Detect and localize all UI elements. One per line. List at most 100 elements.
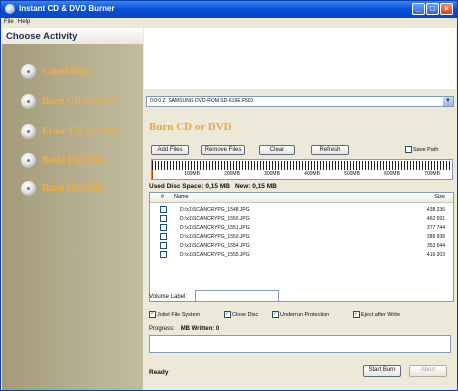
disc-capacity-bar: 100MB 200MB 300MB 400MB 500MB 600MB 700M… xyxy=(151,159,453,180)
mb-written-text: MB Written: 0 xyxy=(180,326,220,332)
volume-label-input[interactable] xyxy=(195,290,279,302)
option-label: Eject after Write xyxy=(361,311,401,318)
status-text: Ready xyxy=(149,369,169,376)
save-path-checkbox[interactable]: Save Path xyxy=(405,146,438,153)
clear-button[interactable]: Clear xyxy=(259,145,295,155)
table-row[interactable]: D:\x1\SCANCRYPG_1550.JPG 462 691 xyxy=(150,215,453,223)
row-checkbox[interactable] xyxy=(160,206,167,213)
app-window: Instant CD & DVD Burner _ □ × File Help … xyxy=(0,0,458,391)
table-row[interactable]: D:\x1\SCANCRYPG_1555.JPG 416 203 xyxy=(150,251,453,259)
disc-icon xyxy=(21,124,36,139)
file-name: D:\x1\SCANCRYPG_1548.JPG xyxy=(180,207,250,213)
file-name: D:\x1\SCANCRYPG_1550.JPG xyxy=(180,216,250,222)
title-bar[interactable]: Instant CD & DVD Burner _ □ × xyxy=(1,1,457,18)
nav-item-label: Burn CD or DVD xyxy=(42,96,118,107)
sidebar-header: Choose Activity xyxy=(2,28,143,44)
checkbox-box[interactable]: ✓ xyxy=(272,311,279,318)
nav-item-erase-cd-dvd[interactable]: Erase CD or DVD xyxy=(2,121,143,143)
column-header-size[interactable]: Size xyxy=(434,194,445,200)
progress-label: Progress: MB Written: 0 xyxy=(149,326,219,332)
file-list[interactable]: # Name Size D:\x1\SCANCRYPG_1548.JPG 438… xyxy=(149,192,454,302)
table-row[interactable]: D:\x1\SCANCRYPG_1551.JPG 377 744 xyxy=(150,224,453,232)
file-name: D:\x1\SCANCRYPG_1554.JPG xyxy=(180,243,250,249)
nav-item-label: Build ISO File xyxy=(42,155,104,166)
activity-sidebar: Choose Activity Capabilities Burn CD or … xyxy=(2,28,143,390)
drive-select-value: 0:0:0 Z: SAMSUNG DVD-ROM SD-616E F501 xyxy=(150,98,254,104)
used-space-text: Used Disc Space: 0,15 MB xyxy=(149,183,230,190)
file-size: 389 938 xyxy=(426,234,445,240)
disc-icon xyxy=(21,181,36,196)
option-label: Underrun Protection xyxy=(280,311,330,318)
disc-space-info: Used Disc Space: 0,15 MB New: 0,15 MB xyxy=(149,183,282,190)
checkbox-box[interactable]: ✓ xyxy=(353,311,360,318)
checkbox-box[interactable] xyxy=(405,146,412,153)
disc-icon xyxy=(21,64,36,79)
app-icon xyxy=(5,4,15,14)
close-disc-checkbox[interactable]: ✓ Close Disc xyxy=(224,311,258,318)
tick-label: 100MB xyxy=(184,171,200,177)
tick-label: 700MB xyxy=(424,171,440,177)
tick-label: 300MB xyxy=(264,171,280,177)
column-header-index[interactable]: # xyxy=(161,194,164,200)
file-size: 438 236 xyxy=(426,207,445,213)
table-row[interactable]: D:\x1\SCANCRYPG_1553.JPG 389 938 xyxy=(150,233,453,241)
capacity-ruler xyxy=(152,161,452,170)
sidebar-heading: Choose Activity xyxy=(6,31,78,42)
ruler-ticks xyxy=(152,161,452,170)
row-checkbox[interactable] xyxy=(160,233,167,240)
volume-label-text: Volume Label: xyxy=(149,294,188,300)
table-row[interactable]: D:\x1\SCANCRYPG_1548.JPG 438 236 xyxy=(150,206,453,214)
start-burn-button[interactable]: Start Burn xyxy=(363,365,401,377)
add-files-button[interactable]: Add Files xyxy=(151,145,189,155)
row-checkbox[interactable] xyxy=(160,215,167,222)
file-name: D:\x1\SCANCRYPG_1555.JPG xyxy=(180,252,250,258)
close-button[interactable]: × xyxy=(440,3,453,15)
main-panel: 0:0:0 Z: SAMSUNG DVD-ROM SD-616E F501 ▼ … xyxy=(143,28,457,390)
refresh-button[interactable]: Refresh xyxy=(311,145,349,155)
file-size: 377 744 xyxy=(426,225,445,231)
header-panel xyxy=(144,28,456,89)
table-row[interactable]: D:\x1\SCANCRYPG_1554.JPG 353 644 xyxy=(150,242,453,250)
drive-select[interactable]: 0:0:0 Z: SAMSUNG DVD-ROM SD-616E F501 ▼ xyxy=(146,96,454,107)
file-list-header: # Name Size xyxy=(150,193,453,203)
nav-item-capabilities[interactable]: Capabilities xyxy=(2,61,143,83)
row-checkbox[interactable] xyxy=(160,251,167,258)
checkbox-box[interactable]: ✓ xyxy=(224,311,231,318)
disc-icon xyxy=(21,94,36,109)
option-label: Joliet File System xyxy=(157,311,201,318)
tick-label: 400MB xyxy=(304,171,320,177)
minimize-button[interactable]: _ xyxy=(412,3,425,15)
joliet-checkbox[interactable]: ✓ Joliet File System xyxy=(149,311,200,318)
remove-files-button[interactable]: Remove Files xyxy=(201,145,245,155)
nav-item-burn-iso[interactable]: Burn ISO File xyxy=(2,178,143,200)
menu-file[interactable]: File xyxy=(4,19,14,25)
nav-item-build-iso[interactable]: Build ISO File xyxy=(2,150,143,172)
row-checkbox[interactable] xyxy=(160,242,167,249)
underrun-protection-checkbox[interactable]: ✓ Underrun Protection xyxy=(272,311,329,318)
progress-bar xyxy=(149,335,451,353)
maximize-button[interactable]: □ xyxy=(426,3,439,15)
file-name: D:\x1\SCANCRYPG_1553.JPG xyxy=(180,234,250,240)
menu-help[interactable]: Help xyxy=(18,19,30,25)
chevron-down-icon[interactable]: ▼ xyxy=(443,97,453,106)
file-name: D:\x1\SCANCRYPG_1551.JPG xyxy=(180,225,250,231)
eject-after-write-checkbox[interactable]: ✓ Eject after Write xyxy=(353,311,400,318)
new-space-text: New: 0,15 MB xyxy=(234,183,277,190)
menu-bar: File Help xyxy=(1,18,457,28)
column-header-name[interactable]: Name xyxy=(174,194,189,200)
tick-label: 600MB xyxy=(384,171,400,177)
file-size: 353 644 xyxy=(426,243,445,249)
save-path-label: Save Path xyxy=(413,146,439,153)
row-checkbox[interactable] xyxy=(160,224,167,231)
progress-caption: Progress: xyxy=(149,326,175,332)
file-size: 462 691 xyxy=(426,216,445,222)
window-title: Instant CD & DVD Burner xyxy=(19,4,115,13)
nav-item-label: Erase CD or DVD xyxy=(42,126,120,137)
section-title: Burn CD or DVD xyxy=(149,121,232,133)
nav-item-label: Capabilities xyxy=(42,66,94,77)
nav-item-burn-cd-dvd[interactable]: Burn CD or DVD xyxy=(2,91,143,113)
abort-button[interactable]: Abort xyxy=(409,365,447,377)
disc-icon xyxy=(21,153,36,168)
nav-item-label: Burn ISO File xyxy=(42,183,103,194)
checkbox-box[interactable]: ✓ xyxy=(149,311,156,318)
